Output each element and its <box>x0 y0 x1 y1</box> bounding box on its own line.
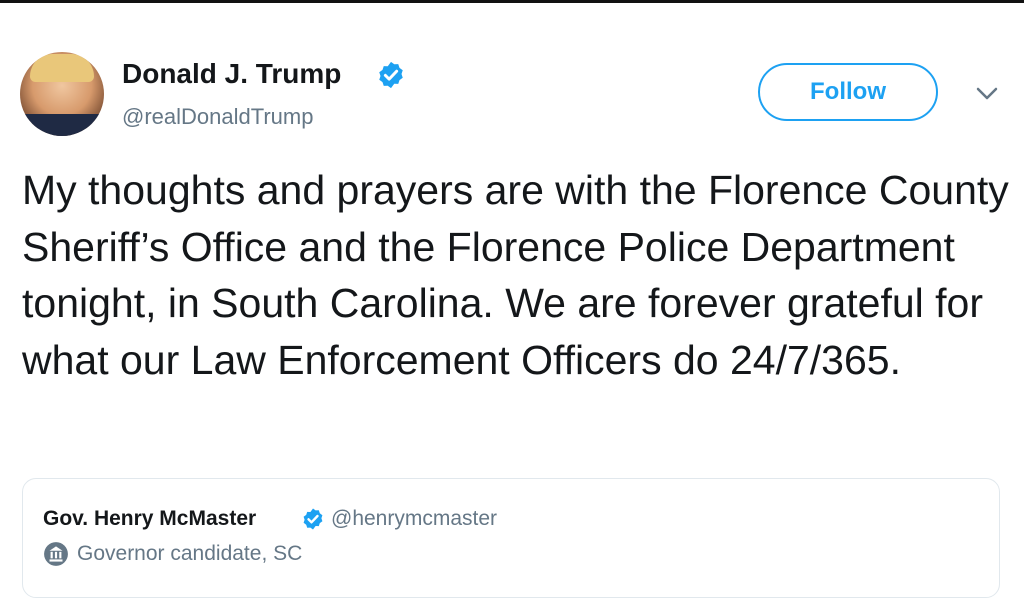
quoted-author-handle[interactable]: @henrymcmaster <box>331 507 497 531</box>
author-handle[interactable]: @realDonaldTrump <box>122 104 313 130</box>
verified-badge-icon <box>379 61 403 89</box>
top-edge-bar <box>0 0 1024 3</box>
avatar[interactable] <box>20 52 104 136</box>
tweet-text: My thoughts and prayers are with the Flo… <box>22 167 1009 383</box>
quoted-verified-badge-icon <box>303 508 323 530</box>
quoted-author-name[interactable]: Gov. Henry McMaster <box>43 507 256 531</box>
quoted-author-label: Governor candidate, SC <box>77 542 303 565</box>
follow-button[interactable]: Follow <box>758 63 938 121</box>
author-name[interactable]: Donald J. Trump <box>122 58 341 90</box>
chevron-down-icon[interactable] <box>975 86 999 102</box>
avatar-suit <box>20 114 104 136</box>
avatar-hair <box>30 54 94 82</box>
quoted-tweet-card[interactable]: Gov. Henry McMaster @henrymcmaster Gover… <box>22 478 1000 598</box>
capitol-icon <box>44 542 68 566</box>
